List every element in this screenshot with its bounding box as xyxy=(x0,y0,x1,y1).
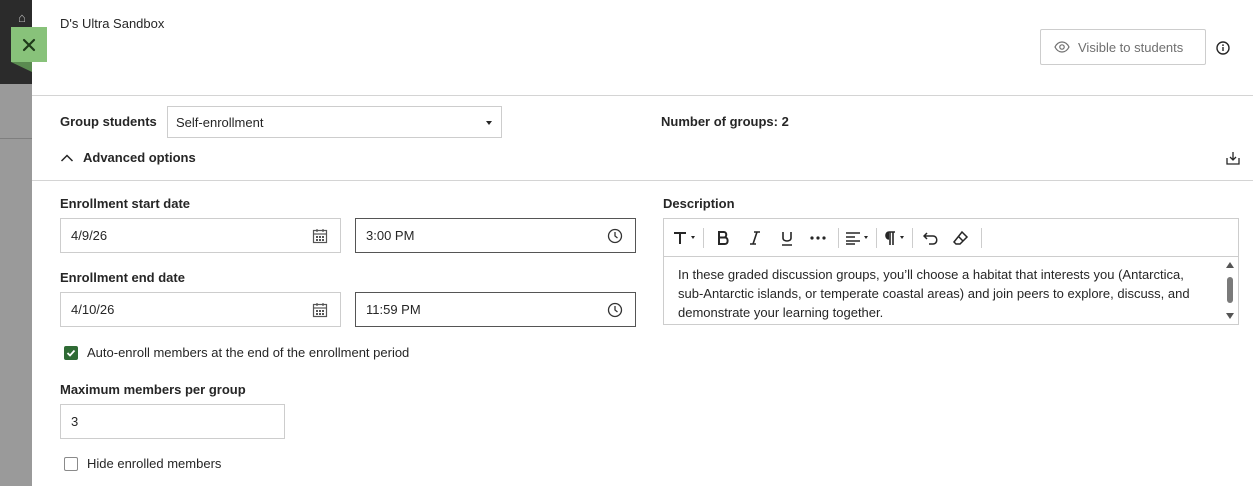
group-students-label: Group students xyxy=(60,114,157,129)
chevron-up-icon xyxy=(60,153,74,162)
align-left-icon xyxy=(846,231,860,245)
auto-enroll-row: Auto-enroll members at the end of the en… xyxy=(64,345,409,360)
chevron-down-icon xyxy=(486,121,492,125)
enrollment-end-date-input[interactable]: 4/10/26 xyxy=(60,292,341,327)
download-icon[interactable] xyxy=(1226,151,1240,165)
toolbar-separator xyxy=(703,227,704,248)
text-style-icon xyxy=(674,231,686,244)
background-divider xyxy=(0,138,32,139)
description-editor: In these graded discussion groups, you’l… xyxy=(663,218,1239,325)
max-members-label: Maximum members per group xyxy=(60,382,246,397)
text-style-button[interactable] xyxy=(672,226,695,250)
enrollment-end-time-input[interactable]: 11:59 PM xyxy=(355,292,636,327)
close-icon xyxy=(22,38,36,51)
paragraph-button[interactable] xyxy=(883,226,904,250)
align-button[interactable] xyxy=(845,226,868,250)
close-button-tail xyxy=(11,62,32,72)
clock-icon[interactable] xyxy=(607,228,623,244)
group-students-select[interactable]: Self-enrollment xyxy=(167,106,502,138)
advanced-divider xyxy=(32,180,1253,181)
course-title: D's Ultra Sandbox xyxy=(60,16,165,31)
scrollbar-thumb[interactable] xyxy=(1227,277,1233,303)
enrollment-end-label: Enrollment end date xyxy=(60,270,185,285)
description-label: Description xyxy=(663,196,735,211)
chevron-down-icon xyxy=(900,236,904,239)
editor-toolbar xyxy=(664,219,1238,257)
eraser-icon xyxy=(953,230,969,245)
home-icon: ⌂ xyxy=(18,10,26,25)
editor-scrollbar[interactable] xyxy=(1224,259,1236,323)
enrollment-start-time-input[interactable]: 3:00 PM xyxy=(355,218,636,253)
enrollment-end-time-value: 11:59 PM xyxy=(366,302,421,317)
eye-icon xyxy=(1054,41,1070,53)
max-members-value: 3 xyxy=(71,414,79,429)
advanced-options-toggle[interactable]: Advanced options xyxy=(60,150,196,165)
scroll-down-icon[interactable] xyxy=(1226,313,1234,319)
description-text[interactable]: In these graded discussion groups, you’l… xyxy=(678,265,1208,322)
max-members-input[interactable]: 3 xyxy=(60,404,285,439)
undo-icon xyxy=(923,231,938,245)
clear-formatting-button[interactable] xyxy=(949,226,973,250)
calendar-icon[interactable] xyxy=(312,302,328,318)
italic-button[interactable] xyxy=(742,226,768,250)
undo-button[interactable] xyxy=(919,226,943,250)
toolbar-separator xyxy=(876,227,877,248)
header-divider xyxy=(32,95,1253,96)
group-settings-panel: D's Ultra Sandbox Visible to students Gr… xyxy=(32,0,1253,486)
visibility-label: Visible to students xyxy=(1078,39,1184,55)
bold-icon xyxy=(718,230,729,245)
bold-button[interactable] xyxy=(710,226,736,250)
auto-enroll-checkbox[interactable] xyxy=(64,345,78,360)
auto-enroll-label: Auto-enroll members at the end of the en… xyxy=(87,345,410,360)
underline-button[interactable] xyxy=(774,226,800,250)
chevron-down-icon xyxy=(864,236,868,239)
hide-enrolled-checkbox[interactable] xyxy=(64,456,78,471)
number-of-groups: Number of groups: 2 xyxy=(661,114,789,129)
enrollment-start-date-value: 4/9/26 xyxy=(71,228,108,243)
italic-icon xyxy=(750,230,760,245)
checkmark-icon xyxy=(66,349,76,357)
info-icon[interactable] xyxy=(1216,41,1230,55)
calendar-icon[interactable] xyxy=(312,228,328,244)
toolbar-separator xyxy=(838,227,839,248)
more-options-button[interactable] xyxy=(806,226,830,250)
toolbar-separator xyxy=(981,227,982,248)
more-icon xyxy=(810,235,826,240)
hide-enrolled-label: Hide enrolled members xyxy=(87,456,222,471)
enrollment-start-date-input[interactable]: 4/9/26 xyxy=(60,218,341,253)
enrollment-start-time-value: 3:00 PM xyxy=(366,228,415,243)
scroll-up-icon[interactable] xyxy=(1226,262,1234,268)
underline-icon xyxy=(782,231,792,246)
advanced-options-label: Advanced options xyxy=(83,150,196,165)
visibility-button[interactable]: Visible to students xyxy=(1040,29,1206,65)
paragraph-icon xyxy=(885,230,895,245)
chevron-down-icon xyxy=(691,236,695,239)
hide-enrolled-row: Hide enrolled members xyxy=(64,456,221,471)
close-button[interactable] xyxy=(11,27,47,62)
clock-icon[interactable] xyxy=(607,302,623,318)
enrollment-end-date-value: 4/10/26 xyxy=(71,302,115,317)
toolbar-separator xyxy=(912,227,913,248)
enrollment-start-label: Enrollment start date xyxy=(60,196,191,211)
group-students-value: Self-enrollment xyxy=(176,114,264,130)
